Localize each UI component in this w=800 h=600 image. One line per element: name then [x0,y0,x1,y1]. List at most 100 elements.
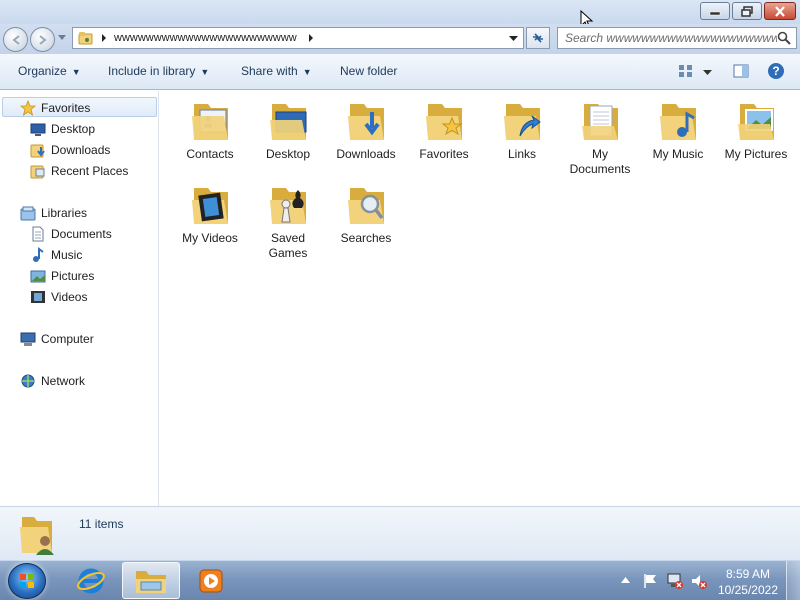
nav-item-label: Favorites [41,101,91,115]
favorites-folder-icon [426,104,463,140]
pictures-folder-icon [738,104,774,140]
close-button[interactable] [764,2,796,20]
search-icon[interactable] [777,31,791,45]
nav-item-desktop[interactable]: Desktop [30,121,95,137]
organize-button[interactable]: Organize ▼ [18,64,81,78]
back-arrow-icon [11,34,20,45]
item-label: My Documents [569,147,631,176]
documents-folder-icon [582,104,618,140]
nav-item-libraries[interactable]: Libraries [20,205,87,221]
item-label: Links [507,147,536,161]
user-folder-icon [20,517,54,555]
forward-arrow-icon [38,34,47,45]
libraries-icon [20,205,36,221]
preview-pane-button[interactable] [733,63,749,82]
folder-desktop[interactable]: Desktop [250,96,326,162]
recent-places-icon [30,163,46,179]
nav-item-label: Desktop [51,122,96,136]
back-button[interactable] [3,27,28,52]
links-folder-icon [504,104,541,140]
nav-item-label: Music [51,248,83,262]
file-list: Contacts Desktop Downloads Favorites Lin… [160,91,800,506]
nav-item-favorites[interactable]: Favorites [20,100,90,116]
action-center-flag-icon[interactable] [642,573,658,589]
folder-links[interactable]: Links [484,96,560,162]
windows-logo-icon [20,574,34,588]
folder-saved-games[interactable]: Saved Games [250,180,326,261]
item-label: Downloads [336,147,396,161]
folder-favorites[interactable]: Favorites [406,96,482,162]
media-player-icon [199,569,223,592]
folder-my-pictures[interactable]: My Pictures [718,96,794,162]
show-hidden-icons-icon[interactable] [621,577,630,583]
folder-downloads[interactable]: Downloads [328,96,404,162]
search-input[interactable]: Search wwwwwwwwwwwwwwwwwwwwwww... [557,27,797,49]
folder-my-videos[interactable]: My Videos [172,180,248,246]
change-view-button[interactable] [678,63,694,82]
start-button[interactable] [8,563,46,599]
nav-item-videos[interactable]: Videos [30,289,87,305]
nav-item-label: Libraries [41,206,88,220]
folder-my-music[interactable]: My Music [640,96,716,162]
refresh-button[interactable] [526,27,550,49]
navigation-pane: Favorites Desktop Downloads Recent Place… [0,91,159,506]
window-controls [700,2,796,20]
nav-item-network[interactable]: Network [20,373,85,389]
preview-pane-icon [733,64,749,78]
restore-icon [741,5,753,17]
new-folder-button[interactable]: New folder [340,64,397,78]
chevron-down-icon: ▼ [200,67,210,77]
videos-folder-icon [192,188,228,224]
user-folder-icon [78,32,93,45]
downloads-folder-icon [30,142,46,158]
folder-searches[interactable]: Searches [328,180,404,246]
command-bar: Organize ▼ Include in library ▼ Share with… [0,54,800,90]
help-button[interactable]: ? [767,62,785,83]
folder-contacts[interactable]: Contacts [172,96,248,162]
taskbar-windows-explorer[interactable] [122,562,180,599]
show-desktop-button[interactable] [786,561,800,600]
nav-item-recent-places[interactable]: Recent Places [30,163,128,179]
nav-item-pictures[interactable]: Pictures [30,268,94,284]
nav-item-documents[interactable]: Documents [30,226,112,242]
taskbar: 8:59 AM 10/25/2022 [0,560,800,600]
breadcrumb-user-folder[interactable]: wwwwwwwwwwwwwwwwwwwwwww [114,32,297,44]
item-label: Favorites [419,147,469,161]
minimize-button[interactable] [700,2,730,20]
nav-item-music[interactable]: Music [30,247,82,263]
nav-item-computer[interactable]: Computer [20,331,94,347]
include-in-library-button[interactable]: Include in library ▼ [108,64,209,78]
taskbar-internet-explorer[interactable] [62,562,120,599]
organize-label: Organize [18,64,67,78]
breadcrumb-chevron-icon[interactable] [307,34,315,42]
address-dropdown-icon[interactable] [509,36,518,42]
view-grid-icon [679,65,692,77]
contacts-folder-icon [192,104,228,140]
restore-button[interactable] [732,2,762,20]
volume-muted-icon[interactable] [690,572,708,590]
item-label: Contacts [186,147,234,161]
item-label: Searches [340,231,392,245]
saved-games-folder-icon [270,188,306,224]
folder-my-documents[interactable]: My Documents [562,96,638,177]
breadcrumb-chevron-icon[interactable] [100,34,108,42]
recent-pages-dropdown-icon[interactable] [58,35,66,41]
item-label: My Pictures [724,147,788,161]
nav-item-label: Computer [41,332,94,346]
nav-item-downloads[interactable]: Downloads [30,142,110,158]
network-status-icon[interactable] [666,572,684,590]
taskbar-media-player[interactable] [182,562,240,599]
address-bar[interactable]: wwwwwwwwwwwwwwwwwwwwwww [72,27,524,49]
music-note-icon [30,247,46,263]
desktop-folder-icon [270,104,307,140]
view-options-dropdown[interactable] [703,65,712,79]
refresh-icon [533,33,543,43]
nav-item-label: Downloads [51,143,111,157]
clock[interactable]: 8:59 AM 10/25/2022 [718,566,778,598]
forward-button[interactable] [30,27,55,52]
share-with-button[interactable]: Share with ▼ [241,64,312,78]
nav-item-label: Recent Places [51,164,129,178]
include-in-library-label: Include in library [108,64,196,78]
internet-explorer-icon [77,568,105,593]
searches-folder-icon [348,188,384,224]
